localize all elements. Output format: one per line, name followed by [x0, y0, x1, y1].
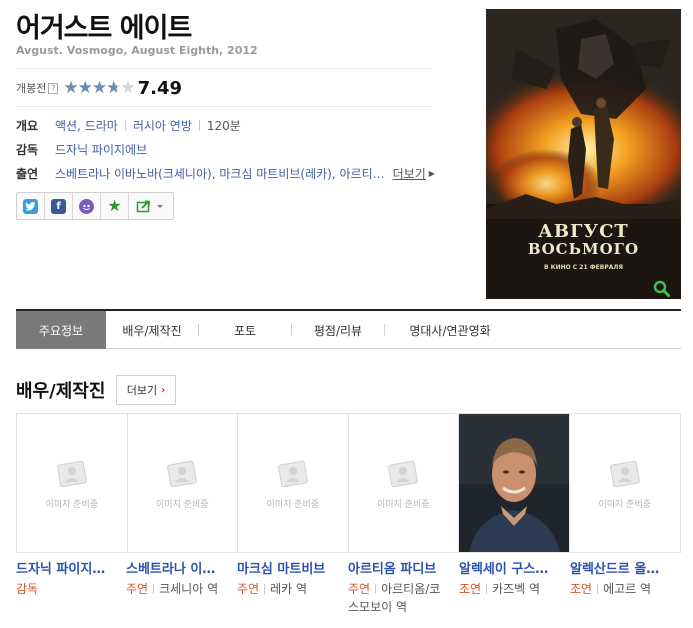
tab-cast-crew[interactable]: 배우/제작진 — [106, 311, 198, 349]
image-placeholder-icon — [609, 460, 640, 487]
poster-tagline: В КИНО С 21 ФЕВРАЛЯ — [544, 264, 623, 271]
rating-stars: ★★★★★ ★★★★★ — [63, 79, 135, 97]
cast-section-more-button[interactable]: 더보기 › — [116, 375, 176, 405]
divider — [16, 68, 432, 69]
image-placeholder-icon — [56, 460, 87, 487]
rating-score: 7.49 — [137, 77, 182, 99]
role-name: 카즈벡 역 — [492, 582, 541, 596]
placeholder-text: 이미지 준비중 — [155, 499, 209, 510]
role-type: 조연 — [570, 582, 593, 596]
tab-reviews[interactable]: 평점/리뷰 — [292, 311, 384, 349]
role-separator — [486, 584, 488, 594]
me2day-icon — [79, 198, 94, 214]
favorite-star-icon: ★ — [107, 196, 122, 215]
movie-title: 어거스트 에이트 — [16, 13, 192, 44]
favorite-button[interactable]: ★ — [101, 193, 129, 219]
cast-member-role: 주연 아르티옴/코스모보이 역 — [348, 580, 448, 616]
separator — [124, 119, 126, 131]
cast-row: 출연 스베트라나 이바노바(크세니아), 마크심 마트비브(레카), 아르티… … — [16, 164, 435, 182]
role-type: 주연 — [237, 582, 260, 596]
chevron-right-icon: › — [161, 384, 166, 396]
cast-member-role: 주연 레카 역 — [237, 580, 343, 598]
cast-member-role: 주연 크세니아 역 — [126, 580, 232, 598]
twitter-share-button[interactable] — [17, 193, 45, 219]
cast-member-name[interactable]: 드자닉 파이지… — [16, 558, 120, 577]
role-separator — [597, 584, 599, 594]
placeholder-text: 이미지 준비중 — [376, 499, 430, 510]
cast-section-title: 배우/제작진 — [16, 381, 106, 402]
cast-member-name[interactable]: 마크심 마트비브 — [237, 558, 341, 577]
divider — [16, 106, 432, 107]
cast-label: 출연 — [16, 166, 39, 181]
cast-photo-placeholder[interactable]: 이미지 준비중 — [569, 414, 680, 552]
director-link[interactable]: 드자닉 파이지에브 — [55, 141, 147, 158]
cast-photo-placeholder[interactable]: 이미지 준비중 — [127, 414, 238, 552]
role-name: 에고르 역 — [603, 582, 652, 596]
cast-member-name[interactable]: 알렉산드르 올… — [570, 558, 674, 577]
rating-label: 개봉전 — [16, 82, 47, 95]
cast-more-link[interactable]: 더보기 — [393, 165, 426, 182]
country-link[interactable]: 러시아 연방 — [133, 117, 192, 134]
help-icon[interactable]: ? — [48, 82, 59, 94]
image-placeholder-icon — [277, 460, 308, 487]
cast-member-role: 조연 에고르 역 — [570, 580, 676, 598]
more-button-label: 더보기 — [126, 384, 158, 397]
placeholder-text: 이미지 준비중 — [266, 499, 320, 510]
poster-title-line2: ВОСЬМОГО — [527, 240, 640, 258]
cast-member-role: 조연 카즈벡 역 — [459, 580, 565, 598]
actor-portrait — [459, 414, 569, 552]
role-type: 조연 — [459, 582, 482, 596]
search-icon[interactable] — [653, 280, 670, 297]
genre-link[interactable]: 액션, 드라마 — [55, 117, 118, 134]
facebook-share-button[interactable]: f — [45, 193, 73, 219]
cast-photo-placeholder[interactable]: 이미지 준비중 — [238, 414, 349, 552]
tab-photo[interactable]: 포토 — [199, 311, 291, 349]
me2day-share-button[interactable] — [73, 193, 101, 219]
share-export-button[interactable] — [129, 193, 173, 219]
tab-quotes-related[interactable]: 명대사/연관영화 — [385, 311, 515, 349]
role-type: 주연 — [348, 582, 371, 596]
cast-photo[interactable] — [459, 414, 570, 552]
rating-row: 개봉전 ? ★★★★★ ★★★★★ 7.49 — [16, 77, 182, 99]
cast-member-name[interactable]: 알렉세이 구스… — [459, 558, 563, 577]
role-separator — [375, 584, 377, 594]
role-name: 크세니아 역 — [159, 582, 219, 596]
stars-filled: ★★★★★ — [63, 79, 117, 97]
image-placeholder-icon — [388, 460, 419, 487]
director-label: 감독 — [16, 142, 39, 157]
facebook-icon: f — [51, 198, 66, 214]
cast-grid: 이미지 준비중 이미지 준비중 이미지 준비중 이미지 준비중 이미지 준비중 — [16, 413, 681, 553]
placeholder-text: 이미지 준비중 — [598, 499, 652, 510]
cast-photo-placeholder[interactable]: 이미지 준비중 — [348, 414, 459, 552]
share-toolbar: f ★ — [16, 192, 174, 220]
overview-row: 개요 액션, 드라마 러시아 연방 120분 — [16, 116, 241, 134]
director-row: 감독 드자닉 파이지에브 — [16, 140, 147, 158]
tab-main-info[interactable]: 주요정보 — [16, 311, 106, 349]
separator — [198, 119, 200, 131]
cast-member-name[interactable]: 스베트라나 이… — [126, 558, 230, 577]
role-type: 감독 — [16, 582, 39, 596]
cast-links[interactable]: 스베트라나 이바노바(크세니아), 마크심 마트비브(레카), 아르티… — [55, 165, 385, 182]
role-type: 주연 — [126, 582, 149, 596]
role-name: 레카 역 — [270, 582, 308, 596]
role-separator — [264, 584, 266, 594]
image-placeholder-icon — [167, 460, 198, 487]
movie-poster[interactable]: АВГУСТ ВОСЬМОГО В КИНО С 21 ФЕВРАЛЯ — [486, 9, 681, 299]
poster-title-line1: АВГУСТ — [538, 221, 629, 242]
overview-label: 개요 — [16, 118, 39, 133]
runtime-text: 120분 — [206, 118, 241, 133]
chevron-right-icon: ▶ — [428, 168, 435, 178]
tab-bar: 주요정보 배우/제작진 포토 평점/리뷰 명대사/연관영화 — [16, 309, 681, 349]
role-separator — [153, 584, 155, 594]
cast-member-role: 감독 — [16, 580, 122, 598]
share-export-icon — [136, 200, 163, 213]
placeholder-text: 이미지 준비중 — [45, 499, 99, 510]
cast-member-name[interactable]: 아르티옴 파디브 — [348, 558, 452, 577]
cast-photo-placeholder[interactable]: 이미지 준비중 — [17, 414, 128, 552]
movie-original-title: Avgust. Vosmogo, August Eighth, 2012 — [16, 44, 258, 57]
twitter-icon — [23, 198, 38, 214]
